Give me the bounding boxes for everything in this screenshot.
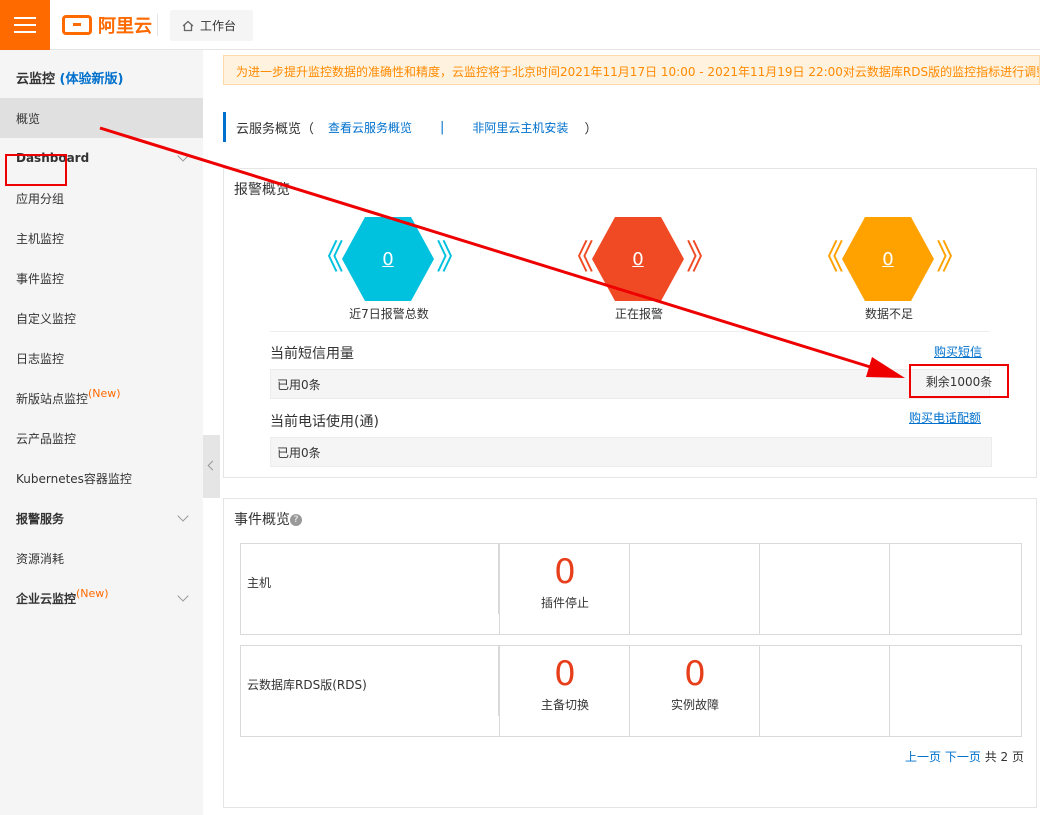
sidebar: 云监控 (体验新版) 概览 Dashboard 应用分组 主机监控 事件监控 自… — [0, 50, 203, 815]
hexagon-badge[interactable]: 0 — [342, 217, 434, 301]
event-row-host: 主机 0 插件停止 — [240, 543, 1022, 635]
alarm-stat-insufficient-data: 《 0 》 数据不足 — [810, 217, 970, 321]
top-bar: 阿里云 工作台 — [0, 0, 1040, 50]
phone-usage-bar: 已用0条 — [270, 437, 992, 467]
chevron-left-icon: 《 — [310, 238, 344, 278]
aliyun-logo-icon — [62, 15, 92, 35]
logo-text: 阿里云 — [98, 16, 152, 37]
prev-page-link[interactable]: 上一页 — [905, 750, 941, 764]
sidebar-item-alarm-service[interactable]: 报警服务 — [0, 498, 203, 538]
sidebar-item-log-monitor[interactable]: 日志监控 — [0, 338, 203, 378]
alarm-overview-panel: 报警概览 《 0 》 近7日报警总数 《 0 》 正在报警 《 0 》 数据不足… — [223, 168, 1037, 478]
sidebar-collapse-handle[interactable] — [203, 435, 220, 498]
sms-usage-bar: 已用0条 — [270, 369, 990, 399]
event-stat-cell[interactable]: 0 插件停止 — [500, 544, 630, 634]
service-overview-title: 云服务概览（ — [236, 121, 315, 137]
total-pages-text: 共 2 页 — [984, 750, 1024, 764]
annotation-highlight-box — [5, 154, 67, 186]
event-empty-cell — [760, 646, 890, 736]
notice-banner: 为进一步提升监控数据的准确性和精度，云监控将于北京时间2021年11月17日 1… — [223, 55, 1040, 85]
sidebar-title-badge[interactable]: (体验新版) — [60, 72, 124, 87]
alarm-stat-7day: 《 0 》 近7日报警总数 — [310, 217, 470, 321]
workspace-label: 工作台 — [200, 19, 237, 33]
sidebar-item-cloud-product-monitor[interactable]: 云产品监控 — [0, 418, 203, 458]
workspace-button[interactable]: 工作台 — [170, 10, 253, 41]
hexagon-badge[interactable]: 0 — [592, 217, 684, 301]
chevron-down-icon — [177, 590, 189, 602]
buy-phone-quota-link[interactable]: 购买电话配额 — [909, 409, 981, 426]
next-page-link[interactable]: 下一页 — [945, 750, 981, 764]
non-aliyun-host-install-link[interactable]: 非阿里云主机安装 — [472, 119, 568, 136]
chevron-right-icon: 》 — [686, 238, 720, 278]
chevron-down-icon — [177, 510, 189, 522]
sidebar-item-overview[interactable]: 概览 — [0, 98, 203, 138]
event-empty-cell — [890, 646, 1020, 736]
hexagon-badge[interactable]: 0 — [842, 217, 934, 301]
event-empty-cell — [630, 544, 760, 634]
home-icon — [182, 20, 194, 32]
chevron-down-icon — [177, 150, 189, 162]
view-service-overview-link[interactable]: 查看云服务概览 — [328, 119, 412, 136]
new-badge: (New) — [76, 586, 109, 600]
new-badge: (New) — [88, 386, 121, 400]
link-separator: | — [440, 119, 445, 135]
event-stat-cell[interactable]: 0 主备切换 — [500, 646, 630, 736]
chevron-right-icon: 》 — [436, 238, 470, 278]
phone-usage-title: 当前电话使用(通) — [270, 414, 379, 430]
event-overview-title: 事件概览? — [234, 509, 302, 529]
chevron-right-icon: 》 — [936, 238, 970, 278]
help-icon[interactable]: ? — [290, 514, 302, 526]
event-row-label-cell: 主机 — [241, 544, 500, 634]
sms-remaining-highlight: 剩余1000条 — [909, 364, 1009, 398]
sidebar-item-kubernetes-monitor[interactable]: Kubernetes容器监控 — [0, 458, 203, 498]
divider — [270, 331, 990, 332]
sidebar-title: 云监控 (体验新版) — [16, 72, 124, 87]
alarm-stat-alarming: 《 0 》 正在报警 — [560, 217, 720, 321]
aliyun-logo[interactable]: 阿里云 — [62, 13, 152, 37]
service-overview-bar: 云服务概览（ 查看云服务概览 | 非阿里云主机安装 ） — [223, 112, 597, 142]
sidebar-item-site-monitor[interactable]: 新版站点监控 (New) — [0, 378, 203, 418]
event-row-label-cell: 云数据库RDS版(RDS) — [241, 646, 500, 736]
event-empty-cell — [890, 544, 1020, 634]
sidebar-item-enterprise-monitor[interactable]: 企业云监控 (New) — [0, 578, 203, 618]
event-empty-cell — [760, 544, 890, 634]
sidebar-item-resource-usage[interactable]: 资源消耗 — [0, 538, 203, 578]
sms-remaining-text: 剩余1000条 — [925, 374, 993, 389]
sidebar-item-custom-monitor[interactable]: 自定义监控 — [0, 298, 203, 338]
sms-used-text: 已用0条 — [277, 377, 321, 392]
hamburger-menu-button[interactable] — [0, 0, 50, 50]
phone-used-text: 已用0条 — [277, 445, 321, 460]
chevron-left-icon: 《 — [810, 238, 844, 278]
event-stat-cell[interactable]: 0 实例故障 — [630, 646, 760, 736]
header-divider — [157, 14, 158, 36]
sms-usage-title: 当前短信用量 — [270, 346, 354, 362]
buy-sms-link[interactable]: 购买短信 — [934, 343, 982, 360]
sidebar-item-event-monitor[interactable]: 事件监控 — [0, 258, 203, 298]
sidebar-item-host-monitor[interactable]: 主机监控 — [0, 218, 203, 258]
chevron-left-icon: 《 — [560, 238, 594, 278]
event-row-rds: 云数据库RDS版(RDS) 0 主备切换 0 实例故障 — [240, 645, 1022, 737]
pagination: 上一页 下一页 共 2 页 — [905, 748, 1024, 765]
service-overview-close-paren: ） — [584, 121, 598, 137]
alarm-overview-title: 报警概览 — [234, 182, 290, 198]
